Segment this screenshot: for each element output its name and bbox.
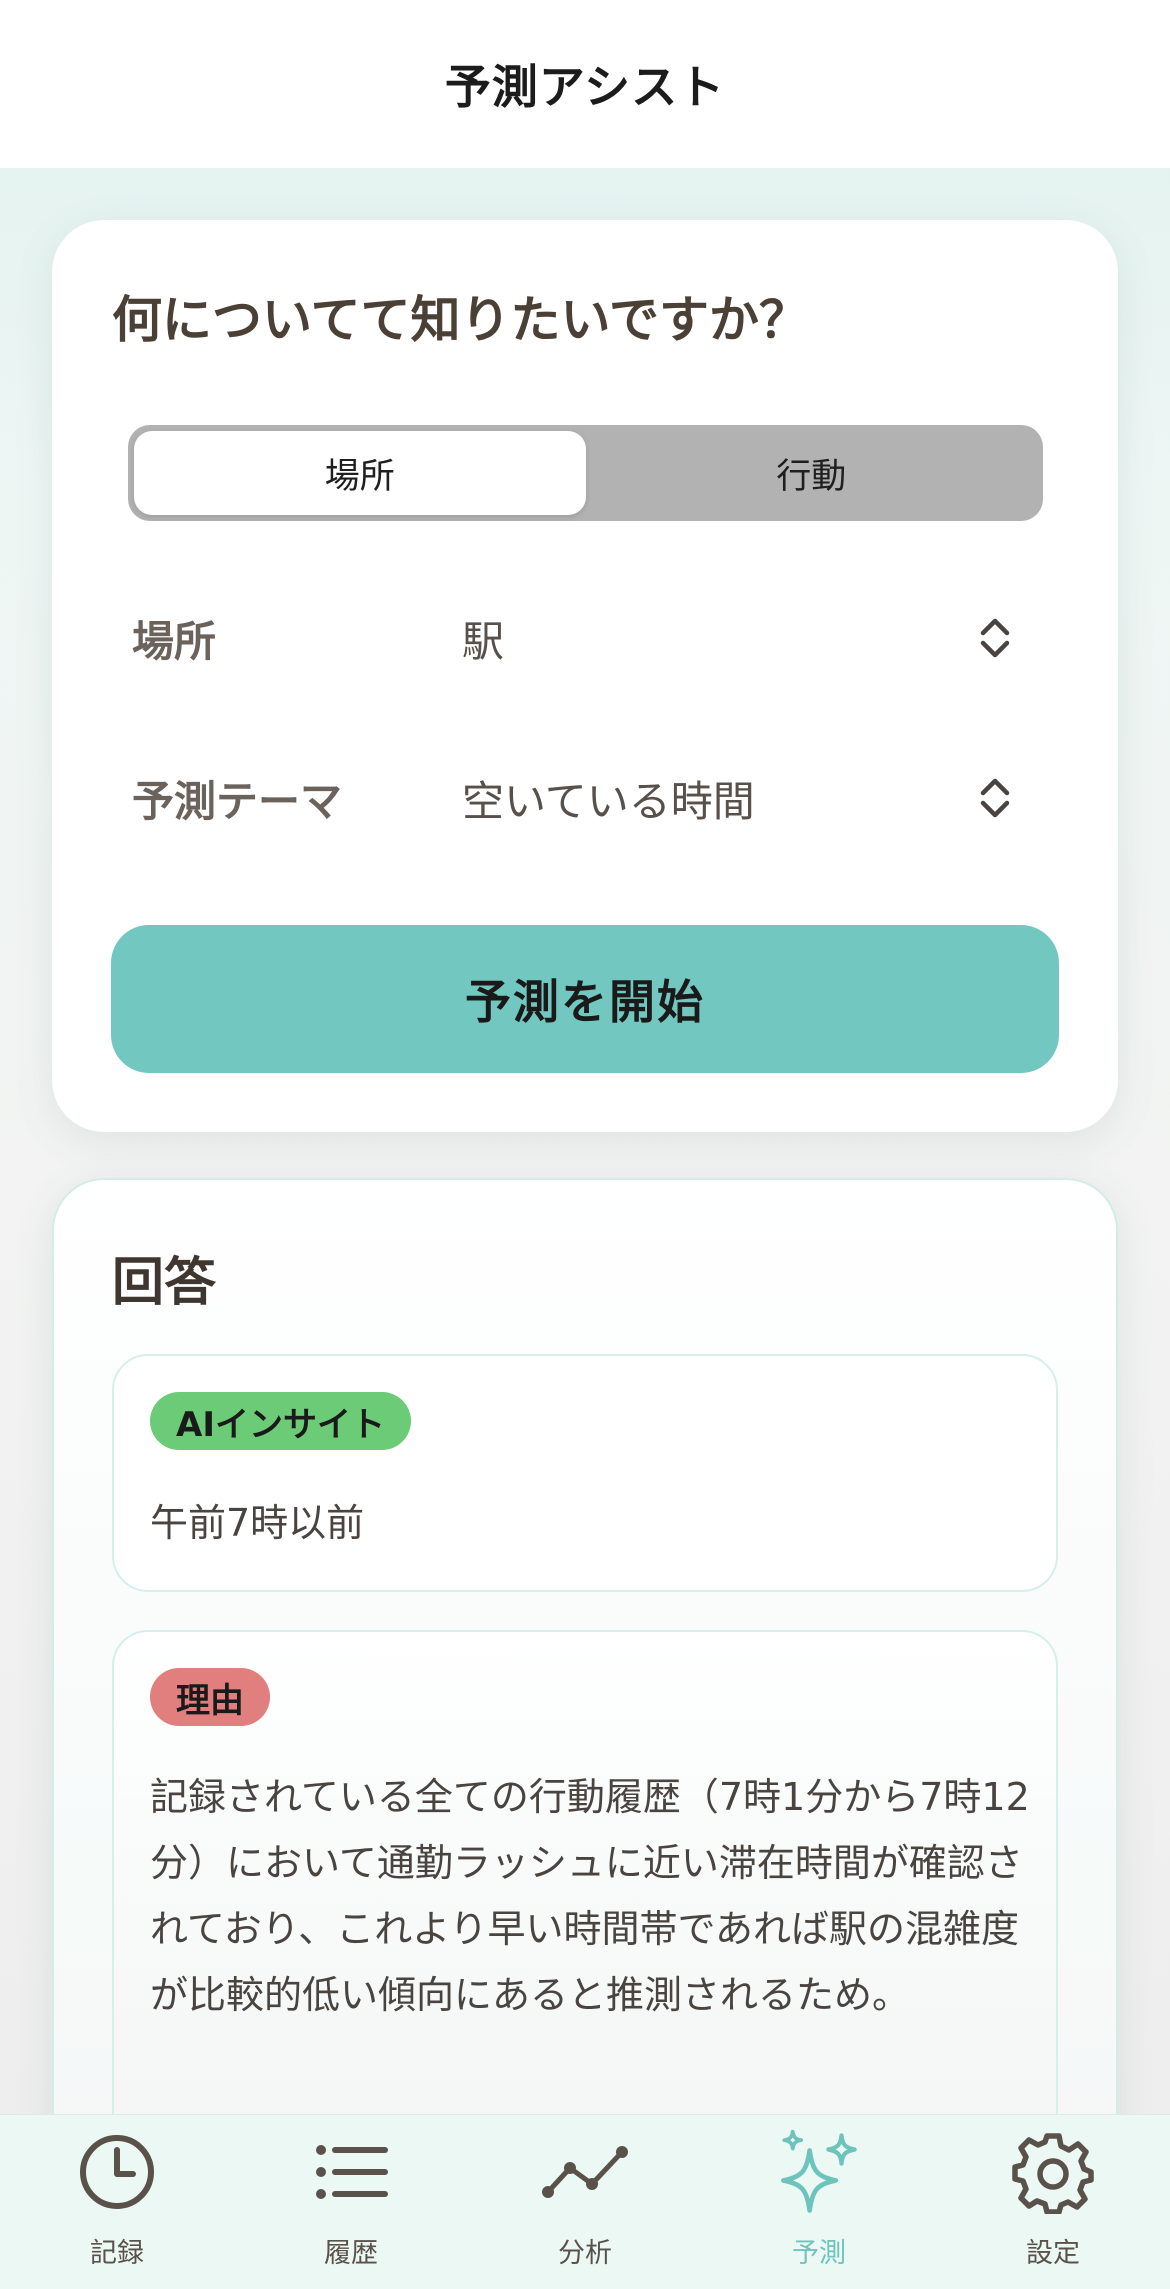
start-prediction-button[interactable]: 予測を開始 bbox=[111, 925, 1059, 1073]
tab-label: 分析 bbox=[558, 2238, 612, 2269]
chart-line-icon bbox=[540, 2127, 630, 2217]
tab-record[interactable]: 記録 bbox=[0, 2115, 234, 2289]
answer-title: 回答 bbox=[112, 1253, 217, 1313]
theme-label: 予測テーマ bbox=[132, 776, 343, 826]
theme-value[interactable]: 空いている時間 bbox=[462, 768, 965, 829]
page-title: 予測アシスト bbox=[444, 60, 726, 114]
sparkles-icon bbox=[774, 2127, 864, 2217]
tab-label: 履歴 bbox=[324, 2238, 378, 2269]
segment-place[interactable]: 場所 bbox=[134, 431, 586, 515]
place-picker-row[interactable]: 場所 駅 bbox=[132, 593, 1037, 683]
list-icon bbox=[306, 2127, 396, 2217]
chevron-up-down-icon[interactable] bbox=[965, 608, 1025, 668]
question-card: 何についてて知りたいですか？ 場所 行動 場所 駅 予測テーマ 空いている時間 … bbox=[52, 220, 1118, 1132]
reason-text: 記録されている全ての行動履歴（7時1分から7時12分）において通勤ラッシュに近い… bbox=[150, 1775, 1030, 2017]
insight-badge: AIインサイト bbox=[150, 1392, 411, 1450]
place-label: 場所 bbox=[132, 616, 217, 666]
tab-bar: 記録 履歴 分析 予測 設定 bbox=[0, 2114, 1170, 2289]
place-value[interactable]: 駅 bbox=[462, 608, 965, 669]
tab-label: 予測 bbox=[792, 2238, 846, 2269]
question-title: 何についてて知りたいですか？ bbox=[112, 291, 809, 349]
mode-segmented-control[interactable]: 場所 行動 bbox=[128, 425, 1043, 521]
tab-predict[interactable]: 予測 bbox=[702, 2115, 936, 2289]
gear-icon bbox=[1008, 2127, 1098, 2217]
insight-text: 午前7時以前 bbox=[150, 1501, 365, 1545]
reason-badge: 理由 bbox=[150, 1668, 270, 1726]
tab-label: 設定 bbox=[1026, 2238, 1080, 2269]
tab-settings[interactable]: 設定 bbox=[936, 2115, 1170, 2289]
theme-picker-row[interactable]: 予測テーマ 空いている時間 bbox=[132, 753, 1037, 843]
tab-label: 記録 bbox=[90, 2238, 144, 2269]
tab-analysis[interactable]: 分析 bbox=[468, 2115, 702, 2289]
tab-history[interactable]: 履歴 bbox=[234, 2115, 468, 2289]
clock-icon bbox=[72, 2127, 162, 2217]
chevron-up-down-icon[interactable] bbox=[965, 768, 1025, 828]
segment-action[interactable]: 行動 bbox=[586, 431, 1038, 515]
insight-card: AIインサイト 午前7時以前 bbox=[112, 1354, 1058, 1592]
reason-card: 理由 記録されている全ての行動履歴（7時1分から7時12分）において通勤ラッシュ… bbox=[112, 1630, 1058, 2150]
nav-header: 予測アシスト bbox=[0, 0, 1170, 168]
